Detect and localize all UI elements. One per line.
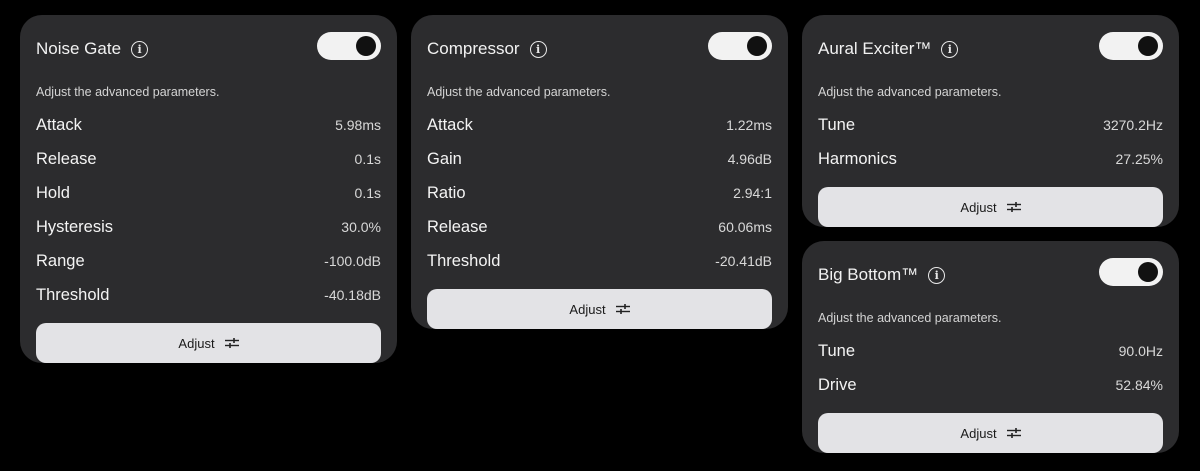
adjust-button[interactable]: Adjust (427, 289, 772, 329)
param-value: 3270.2Hz (1103, 117, 1163, 133)
card-header: Aural Exciter™ i (818, 15, 1163, 77)
param-row-tune: Tune 3270.2Hz (818, 108, 1163, 142)
param-row-release: Release 60.06ms (427, 210, 772, 244)
card-title: Noise Gate i (36, 39, 149, 59)
sliders-icon (1006, 428, 1021, 438)
card-big-bottom: Big Bottom™ i Adjust the advanced parame… (802, 241, 1179, 453)
toggle-knob (747, 36, 767, 56)
param-row-threshold: Threshold -40.18dB (36, 278, 381, 312)
enable-toggle[interactable] (708, 32, 772, 60)
param-value: -40.18dB (324, 287, 381, 303)
enable-toggle[interactable] (317, 32, 381, 60)
param-row-tune: Tune 90.0Hz (818, 334, 1163, 368)
param-row-ratio: Ratio 2.94:1 (427, 176, 772, 210)
card-compressor: Compressor i Adjust the advanced paramet… (411, 15, 788, 329)
param-value: -20.41dB (715, 253, 772, 269)
enable-toggle[interactable] (1099, 258, 1163, 286)
param-name: Attack (427, 115, 473, 134)
param-value: 90.0Hz (1118, 343, 1163, 359)
sliders-icon (615, 304, 630, 314)
param-name: Gain (427, 149, 462, 168)
adjust-button-label: Adjust (960, 425, 997, 441)
adjust-button[interactable]: Adjust (36, 323, 381, 363)
param-row-threshold: Threshold -20.41dB (427, 244, 772, 278)
param-value: 4.96dB (727, 151, 772, 167)
card-subtitle: Adjust the advanced parameters. (427, 85, 611, 99)
param-value: -100.0dB (324, 253, 381, 269)
adjust-button-label: Adjust (960, 199, 997, 215)
adjust-button-label: Adjust (569, 301, 606, 317)
param-name: Ratio (427, 183, 466, 202)
info-icon[interactable]: i (529, 40, 547, 58)
card-header: Compressor i (427, 15, 772, 77)
sliders-icon (224, 338, 239, 348)
param-name: Threshold (36, 285, 110, 304)
card-title: Compressor i (427, 39, 547, 59)
card-noise-gate: Noise Gate i Adjust the advanced paramet… (20, 15, 397, 363)
card-aural-exciter: Aural Exciter™ i Adjust the advanced par… (802, 15, 1179, 227)
param-row-attack: Attack 1.22ms (427, 108, 772, 142)
adjust-button-label: Adjust (178, 335, 215, 351)
param-list: Attack 5.98ms Release 0.1s Hold 0.1s Hyster… (36, 108, 381, 312)
adjust-button[interactable]: Adjust (818, 187, 1163, 227)
param-row-range: Range -100.0dB (36, 244, 381, 278)
param-row-harmonics: Harmonics 27.25% (818, 142, 1163, 176)
card-header: Big Bottom™ i (818, 241, 1163, 303)
card-subtitle: Adjust the advanced parameters. (36, 85, 220, 99)
card-subtitle: Adjust the advanced parameters. (818, 85, 1002, 99)
card-title-text: Aural Exciter™ (818, 39, 932, 58)
param-value: 30.0% (341, 219, 381, 235)
param-name: Range (36, 251, 85, 270)
toggle-knob (356, 36, 376, 56)
param-name: Harmonics (818, 149, 897, 168)
card-subtitle: Adjust the advanced parameters. (818, 311, 1002, 325)
adjust-button[interactable]: Adjust (818, 413, 1163, 453)
param-row-hold: Hold 0.1s (36, 176, 381, 210)
param-name: Hysteresis (36, 217, 114, 236)
param-value: 27.25% (1115, 151, 1163, 167)
info-icon[interactable]: i (928, 266, 946, 284)
toggle-knob (1138, 262, 1158, 282)
param-value: 5.98ms (335, 117, 381, 133)
param-list: Tune 3270.2Hz Harmonics 27.25% (818, 108, 1163, 176)
param-name: Release (427, 217, 488, 236)
param-value: 52.84% (1115, 377, 1163, 393)
param-row-hysteresis: Hysteresis 30.0% (36, 210, 381, 244)
param-name: Hold (36, 183, 70, 202)
enable-toggle[interactable] (1099, 32, 1163, 60)
param-row-drive: Drive 52.84% (818, 368, 1163, 402)
param-name: Drive (818, 375, 857, 394)
info-icon[interactable]: i (941, 40, 959, 58)
param-value: 0.1s (354, 151, 381, 167)
param-name: Tune (818, 341, 855, 360)
toggle-knob (1138, 36, 1158, 56)
param-name: Release (36, 149, 97, 168)
param-value: 1.22ms (726, 117, 772, 133)
card-title-text: Big Bottom™ (818, 265, 919, 284)
card-header: Noise Gate i (36, 15, 381, 77)
param-list: Attack 1.22ms Gain 4.96dB Ratio 2.94:1 Rele… (427, 108, 772, 278)
param-row-attack: Attack 5.98ms (36, 108, 381, 142)
param-name: Attack (36, 115, 82, 134)
param-name: Threshold (427, 251, 501, 270)
param-row-gain: Gain 4.96dB (427, 142, 772, 176)
param-list: Tune 90.0Hz Drive 52.84% (818, 334, 1163, 402)
card-title-text: Compressor (427, 39, 520, 58)
param-value: 0.1s (354, 185, 381, 201)
param-row-release: Release 0.1s (36, 142, 381, 176)
info-icon[interactable]: i (131, 40, 149, 58)
param-name: Tune (818, 115, 855, 134)
card-title: Aural Exciter™ i (818, 39, 959, 59)
param-value: 60.06ms (718, 219, 772, 235)
card-title-text: Noise Gate (36, 39, 122, 58)
sliders-icon (1006, 202, 1021, 212)
card-title: Big Bottom™ i (818, 265, 946, 285)
param-value: 2.94:1 (733, 185, 772, 201)
